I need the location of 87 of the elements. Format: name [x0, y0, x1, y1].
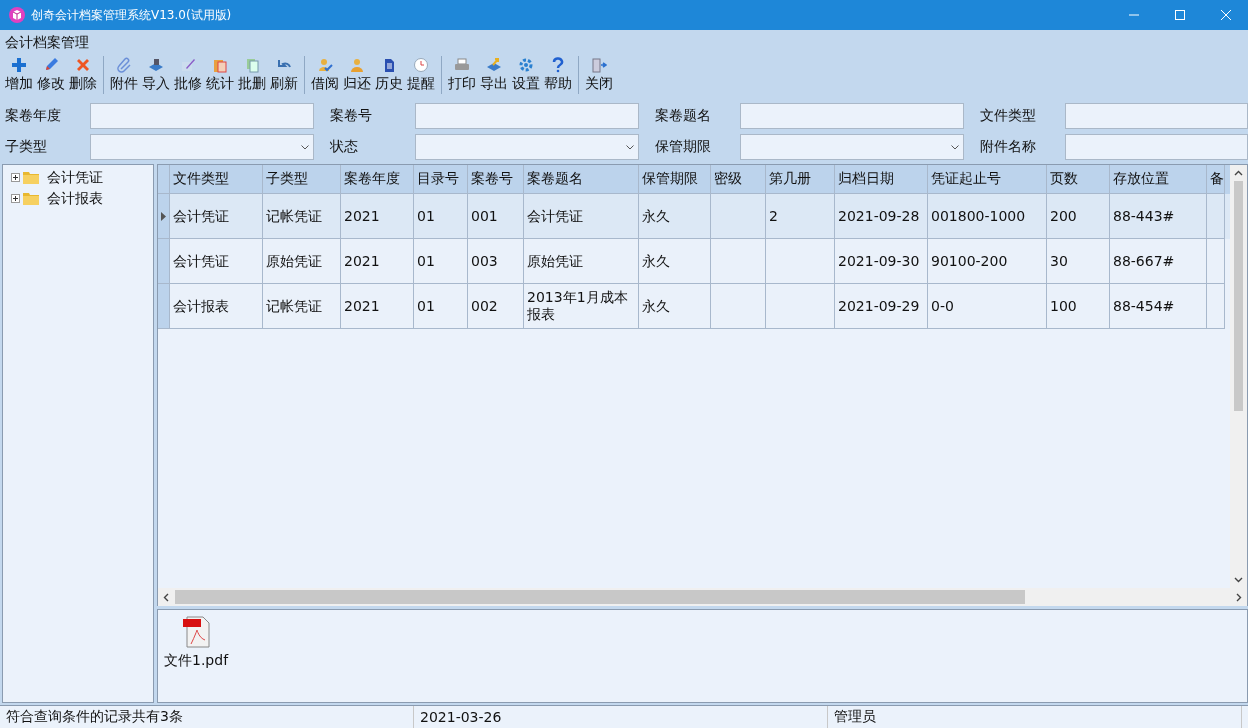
- file-name[interactable]: 文件1.pdf: [164, 652, 229, 670]
- toolbar-button[interactable]: 打印: [446, 57, 478, 93]
- tray-icon: [148, 57, 164, 73]
- table-cell: 100: [1047, 284, 1110, 329]
- tree-item[interactable]: 会计凭证: [47, 168, 103, 187]
- toolbar-button[interactable]: 提醒: [405, 57, 437, 93]
- field-label: 状态: [330, 138, 359, 156]
- toolbar-button[interactable]: 导入: [140, 57, 172, 93]
- module-title: 会计档案管理: [5, 34, 89, 52]
- toolbar-button[interactable]: 统计: [204, 57, 236, 93]
- toolbar-button[interactable]: 批删: [236, 57, 268, 93]
- table-cell: 记帐凭证: [263, 284, 341, 329]
- toolbar-button[interactable]: 历史: [373, 57, 405, 93]
- table-cell: 002: [468, 284, 524, 329]
- dropdown-field[interactable]: [90, 134, 314, 160]
- field-label: 案卷题名: [655, 107, 712, 125]
- toolbar-button[interactable]: 借阅: [309, 57, 341, 93]
- table-cell: 2021-09-29: [835, 284, 928, 329]
- caret-icon: [951, 145, 959, 150]
- pen-icon: [180, 57, 196, 73]
- caret-icon: [301, 145, 309, 150]
- table-cell: [1207, 284, 1225, 329]
- pencil-icon: [43, 57, 59, 73]
- field-label: 案卷年度: [5, 107, 62, 125]
- expander-icon[interactable]: [11, 173, 20, 182]
- field-label: 保管期限: [655, 138, 712, 156]
- gear-icon: [518, 57, 534, 73]
- pages-icon: [244, 57, 260, 73]
- plus-icon: [11, 57, 27, 73]
- tree-item[interactable]: 会计报表: [47, 189, 103, 208]
- close-icon[interactable]: [1220, 9, 1232, 21]
- input-field[interactable]: [740, 103, 964, 129]
- table-cell: 0-0: [928, 284, 1047, 329]
- toolbar-button[interactable]: 关闭: [583, 57, 615, 93]
- toolbar-button[interactable]: 归还: [341, 57, 373, 93]
- clipboard-icon: [212, 57, 228, 73]
- table-cell: 2021: [341, 284, 414, 329]
- window-title: 创奇会计档案管理系统V13.0(试用版): [31, 6, 232, 24]
- horizontal-scrollbar[interactable]: [157, 588, 1248, 606]
- input-field[interactable]: [415, 103, 639, 129]
- vertical-scrollbar[interactable]: [1230, 165, 1247, 588]
- toolbar-button[interactable]: 设置: [510, 57, 542, 93]
- field-label: 案卷号: [330, 107, 373, 125]
- row-header[interactable]: [158, 194, 170, 239]
- person-check-icon: [317, 57, 333, 73]
- cross-icon: [75, 57, 91, 73]
- toolbar-button[interactable]: 刷新: [268, 57, 300, 93]
- toolbar-button[interactable]: 修改: [35, 57, 67, 93]
- status-text: 符合查询条件的记录共有3条: [0, 706, 414, 728]
- row-pointer-icon: [161, 211, 166, 221]
- door-icon: [591, 57, 607, 73]
- caret-icon: [626, 145, 634, 150]
- help-icon: [550, 57, 566, 73]
- toolbar-button[interactable]: 批修: [172, 57, 204, 93]
- toolbar-button[interactable]: 删除: [67, 57, 99, 93]
- status-text: 管理员: [828, 706, 1242, 728]
- table-cell: 会计报表: [170, 284, 263, 329]
- printer-icon: [454, 57, 470, 73]
- folder-icon: [23, 192, 39, 205]
- clock-icon: [413, 57, 429, 73]
- maximize-icon[interactable]: [1174, 9, 1186, 21]
- input-field[interactable]: [90, 103, 314, 129]
- toolbar-button[interactable]: 附件: [108, 57, 140, 93]
- table-cell: [711, 284, 766, 329]
- table-row[interactable]: 会计凭证 记帐凭证 2021 01 001 会计凭证 永久 2 2021-09-28 001800-1000 200 88-443#: [158, 194, 1230, 239]
- expander-icon[interactable]: [11, 194, 20, 203]
- table-cell: 永久: [639, 284, 711, 329]
- input-field[interactable]: [1065, 103, 1248, 129]
- input-field[interactable]: [1065, 134, 1248, 160]
- export-icon: [486, 57, 502, 73]
- toolbar-button[interactable]: 增加: [3, 57, 35, 93]
- field-label: 附件名称: [980, 138, 1037, 156]
- person-icon: [349, 57, 365, 73]
- table-cell: 88-454#: [1110, 284, 1207, 329]
- folder-icon: [23, 171, 39, 184]
- toolbar-button[interactable]: 帮助: [542, 57, 574, 93]
- table-cell: 2013年1月成本报表: [524, 284, 639, 329]
- table-cell: 01: [414, 284, 468, 329]
- cube-icon: [9, 7, 25, 23]
- dropdown-field[interactable]: [740, 134, 964, 160]
- status-text: 2021-03-26: [414, 706, 828, 728]
- dropdown-field[interactable]: [415, 134, 639, 160]
- field-label: 子类型: [5, 138, 48, 156]
- toolbar-button[interactable]: 导出: [478, 57, 510, 93]
- table-cell: [766, 284, 835, 329]
- field-label: 文件类型: [980, 107, 1037, 125]
- paperclip-icon: [116, 57, 132, 73]
